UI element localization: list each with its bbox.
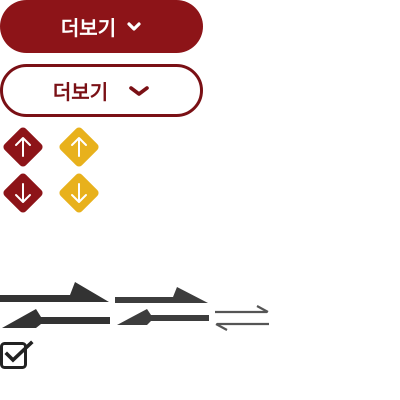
scroll-up-button-red[interactable] <box>0 124 46 170</box>
checkbox[interactable] <box>0 340 34 370</box>
chevron-down-icon <box>126 21 142 33</box>
more-button-outline[interactable]: 더보기 <box>0 64 203 117</box>
more-button-label: 더보기 <box>52 80 109 104</box>
checkbox-checked-icon <box>0 340 34 369</box>
swap-arrows-icon <box>115 285 211 333</box>
more-button-filled[interactable]: 더보기 <box>0 0 203 53</box>
more-button-label: 더보기 <box>60 16 117 40</box>
scroll-up-button-gold[interactable] <box>56 124 102 170</box>
arrow-up-icon <box>3 127 43 167</box>
scroll-down-button-gold[interactable] <box>56 170 102 216</box>
arrow-down-icon <box>3 173 43 213</box>
swap-arrows-icon <box>214 305 270 335</box>
chevron-down-icon <box>128 84 150 98</box>
arrow-up-icon <box>59 127 99 167</box>
swap-arrows-icon <box>0 280 112 336</box>
arrow-down-icon <box>59 173 99 213</box>
scroll-down-button-red[interactable] <box>0 170 46 216</box>
